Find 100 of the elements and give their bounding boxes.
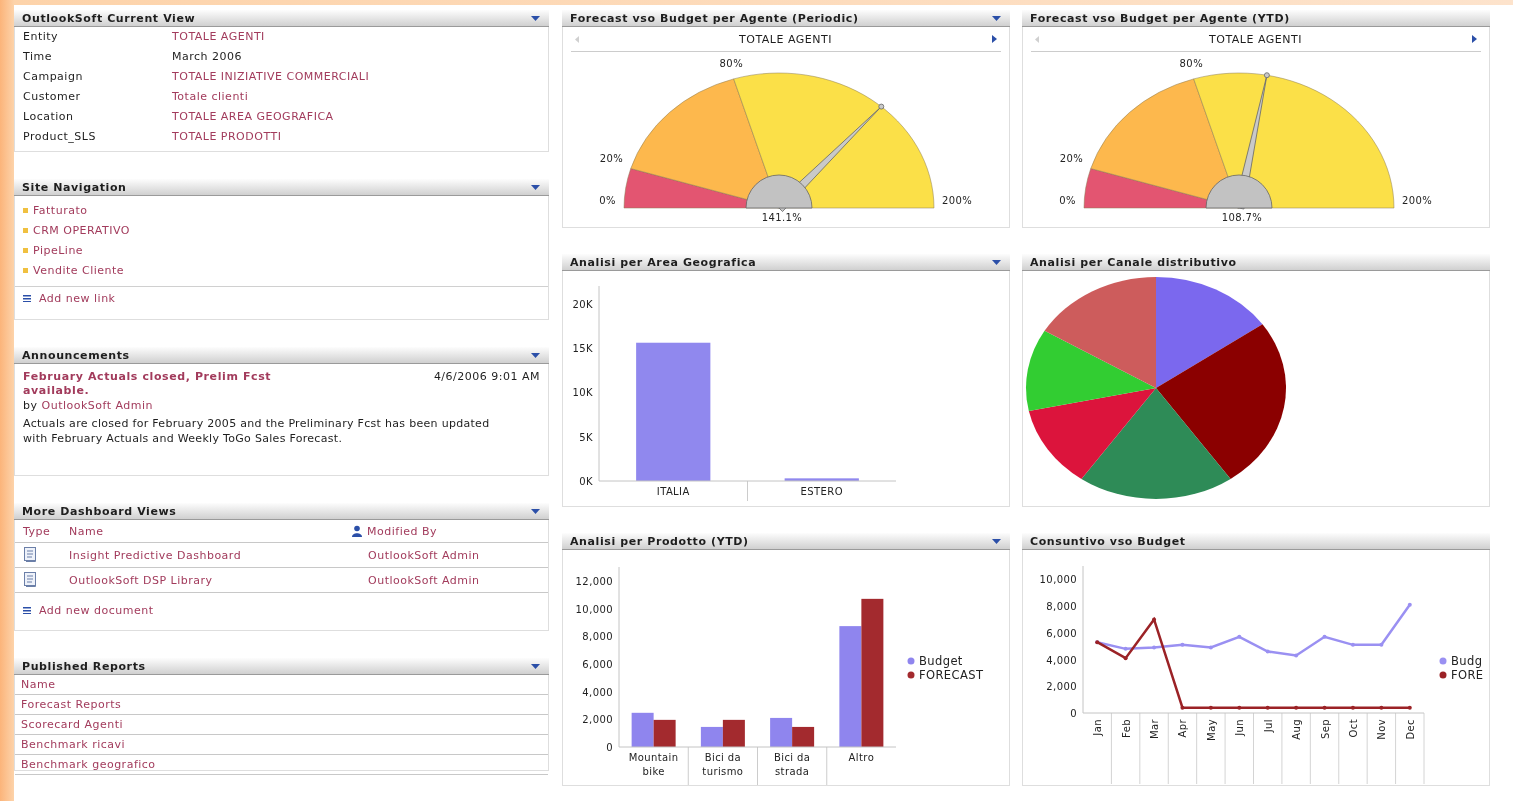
- announcement-body: Actuals are closed for February 2005 and the Preliminary Fcst has been updated with February Actuals and Weekly ToGo Sales Forecast.: [23, 416, 491, 446]
- axis-tick-label: 12,000: [575, 575, 613, 587]
- column-header[interactable]: Modified By: [367, 524, 437, 538]
- axis-tick-label: 8,000: [1046, 601, 1077, 613]
- axis-tick-label: 20K: [572, 298, 593, 310]
- nav-link[interactable]: Fatturato: [33, 203, 88, 217]
- dropdown-arrow-icon[interactable]: [531, 15, 540, 21]
- panel-title: OutlookSoft Current View: [22, 11, 196, 25]
- document-icon[interactable]: [23, 570, 39, 587]
- axis-tick-label: 5K: [579, 431, 593, 443]
- axis-tick-label: Jan: [1092, 719, 1104, 736]
- data-point: [1350, 705, 1355, 710]
- tick-label: 0%: [1059, 195, 1076, 206]
- property-label: Entity: [23, 29, 60, 45]
- data-point: [1208, 705, 1213, 710]
- axis-tick-label: Bici da turismo: [702, 752, 744, 777]
- bullet-icon: [23, 227, 28, 233]
- data-point: [1180, 642, 1185, 647]
- dropdown-arrow-icon[interactable]: [531, 663, 540, 669]
- legend-label: FORECAST: [919, 668, 984, 682]
- report-link[interactable]: Forecast Reports: [15, 695, 548, 715]
- column-header[interactable]: Name: [15, 675, 548, 695]
- tick-label: 200%: [1402, 195, 1433, 206]
- data-point: [1265, 705, 1270, 710]
- tick-label: 80%: [719, 58, 744, 70]
- data-point: [1208, 645, 1213, 650]
- legend-marker: [907, 671, 915, 679]
- data-point: [1322, 705, 1327, 710]
- tick-label: 80%: [1179, 58, 1204, 70]
- report-link[interactable]: Scorecard Agenti: [15, 715, 548, 735]
- gauge-hub: [1205, 174, 1273, 209]
- report-link[interactable]: Benchmark geografico: [15, 755, 548, 775]
- property-link[interactable]: TOTALE INIZIATIVE COMMERCIALI: [172, 67, 370, 87]
- axis-tick-label: 2,000: [1046, 681, 1077, 693]
- panel-title: Forecast vso Budget per Agente (Periodic): [570, 11, 859, 25]
- nav-link[interactable]: Vendite Cliente: [33, 263, 125, 277]
- dropdown-arrow-icon[interactable]: [531, 352, 540, 358]
- property-link[interactable]: TOTALE AGENTI: [172, 27, 370, 47]
- axis-tick-label: ITALIA: [656, 486, 690, 497]
- axis-tick-label: Jun: [1234, 719, 1246, 736]
- axis-tick-label: Nov: [1376, 719, 1388, 740]
- data-point: [1237, 634, 1242, 639]
- announcement-date: 4/6/2006 9:01 AM: [433, 370, 540, 384]
- axis-tick-label: 0: [1070, 708, 1077, 719]
- dropdown-arrow-icon[interactable]: [992, 538, 1001, 544]
- property-value: March 2006: [172, 49, 244, 65]
- legend-label: FORE: [1451, 668, 1484, 682]
- data-point: [1123, 646, 1128, 651]
- selector-label: TOTALE AGENTI: [739, 32, 832, 46]
- dropdown-arrow-icon[interactable]: [992, 15, 1001, 21]
- bar: [792, 726, 815, 747]
- column-header[interactable]: Name: [69, 524, 351, 538]
- property-link[interactable]: TOTALE AREA GEOGRAFICA: [172, 107, 370, 127]
- panel-title: Analisi per Area Geografica: [570, 255, 757, 269]
- user-link[interactable]: OutlookSoft Admin: [351, 548, 548, 562]
- axis-tick-label: Altro: [848, 752, 875, 763]
- legend-label: Budget: [919, 654, 963, 668]
- axis-tick-label: Mar: [1149, 719, 1161, 740]
- column-header[interactable]: Type: [23, 524, 69, 538]
- data-point: [1123, 656, 1128, 661]
- add-link[interactable]: Add new link: [39, 292, 116, 305]
- gauge-reading: 141.1%: [761, 212, 803, 223]
- document-link[interactable]: Insight Predictive Dashboard: [69, 548, 351, 562]
- dropdown-arrow-icon[interactable]: [531, 184, 540, 190]
- legend-label: Budg: [1451, 654, 1483, 668]
- axis-tick-label: 10K: [572, 387, 593, 399]
- axis-tick-label: 10,000: [1039, 574, 1077, 586]
- panel-title: More Dashboard Views: [22, 504, 177, 518]
- add-link[interactable]: Add new document: [39, 604, 154, 617]
- panel-title: Analisi per Canale distributivo: [1030, 255, 1237, 269]
- panel-title: Site Navigation: [22, 180, 127, 194]
- report-link[interactable]: Benchmark ricavi: [15, 735, 548, 755]
- author-link[interactable]: OutlookSoft Admin: [41, 399, 154, 412]
- data-point: [1152, 617, 1157, 622]
- axis-tick-label: Oct: [1347, 719, 1359, 738]
- axis-tick-label: Bici da strada: [773, 752, 811, 777]
- dropdown-arrow-icon[interactable]: [531, 508, 540, 514]
- document-icon[interactable]: [23, 545, 39, 562]
- axis-tick-label: 8,000: [582, 631, 613, 643]
- tick-label: 20%: [599, 153, 624, 165]
- dropdown-arrow-icon[interactable]: [992, 259, 1001, 265]
- right-arrow-icon[interactable]: [1472, 35, 1477, 43]
- right-arrow-icon[interactable]: [992, 35, 997, 43]
- document-link[interactable]: OutlookSoft DSP Library: [69, 573, 351, 587]
- property-link[interactable]: TOTALE PRODOTTI: [172, 127, 370, 147]
- data-point: [1407, 705, 1412, 710]
- property-label: Time: [23, 49, 53, 65]
- selector-label: TOTALE AGENTI: [1209, 32, 1302, 46]
- property-label: Product_SLS: [23, 129, 97, 145]
- axis-tick-label: 15K: [572, 343, 593, 355]
- property-link[interactable]: Totale clienti: [172, 87, 370, 107]
- nav-link[interactable]: CRM OPERATIVO: [33, 223, 130, 237]
- list-icon: [23, 295, 31, 302]
- user-link[interactable]: OutlookSoft Admin: [351, 573, 548, 587]
- nav-link[interactable]: PipeLine: [33, 243, 84, 257]
- announcement-title[interactable]: February Actuals closed, Prelim Fcst available.: [23, 370, 323, 398]
- panel-title: Announcements: [22, 348, 130, 362]
- gauge-hub: [745, 174, 813, 209]
- axis-tick-label: Sep: [1319, 719, 1331, 740]
- legend-marker: [907, 657, 915, 665]
